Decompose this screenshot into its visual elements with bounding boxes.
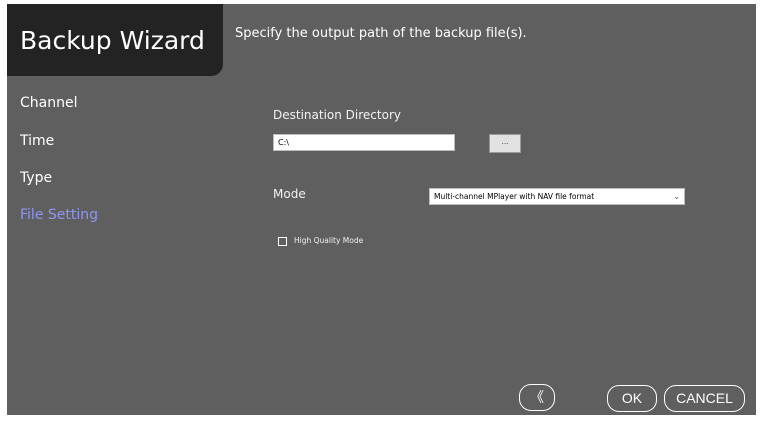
window-title: Backup Wizard xyxy=(20,26,205,55)
mode-selected-value: Multi-channel MPlayer with NAV file form… xyxy=(434,192,595,201)
mode-label: Mode xyxy=(273,187,306,201)
step-instruction: Specify the output path of the backup fi… xyxy=(235,26,527,41)
high-quality-label: High Quality Mode xyxy=(294,236,364,245)
mode-select[interactable]: Multi-channel MPlayer with NAV file form… xyxy=(429,188,685,205)
cancel-button[interactable]: CANCEL xyxy=(664,385,745,412)
browse-button[interactable]: ... xyxy=(489,134,521,153)
sidebar-item-type[interactable]: Type xyxy=(20,170,52,186)
back-button[interactable]: 《 xyxy=(519,384,555,411)
sidebar-item-channel[interactable]: Channel xyxy=(20,95,77,111)
destination-path-input[interactable]: C:\ xyxy=(273,134,455,151)
sidebar-item-time[interactable]: Time xyxy=(20,133,54,149)
chevron-down-icon: ⌄ xyxy=(673,192,680,201)
double-chevron-left-icon: 《 xyxy=(530,389,544,405)
sidebar-item-file-setting[interactable]: File Setting xyxy=(20,207,98,223)
high-quality-checkbox[interactable] xyxy=(278,237,287,246)
ok-button[interactable]: OK xyxy=(607,385,657,412)
backup-wizard-window: Backup Wizard Specify the output path of… xyxy=(7,4,756,415)
destination-directory-label: Destination Directory xyxy=(273,108,401,122)
title-panel: Backup Wizard xyxy=(7,4,223,76)
